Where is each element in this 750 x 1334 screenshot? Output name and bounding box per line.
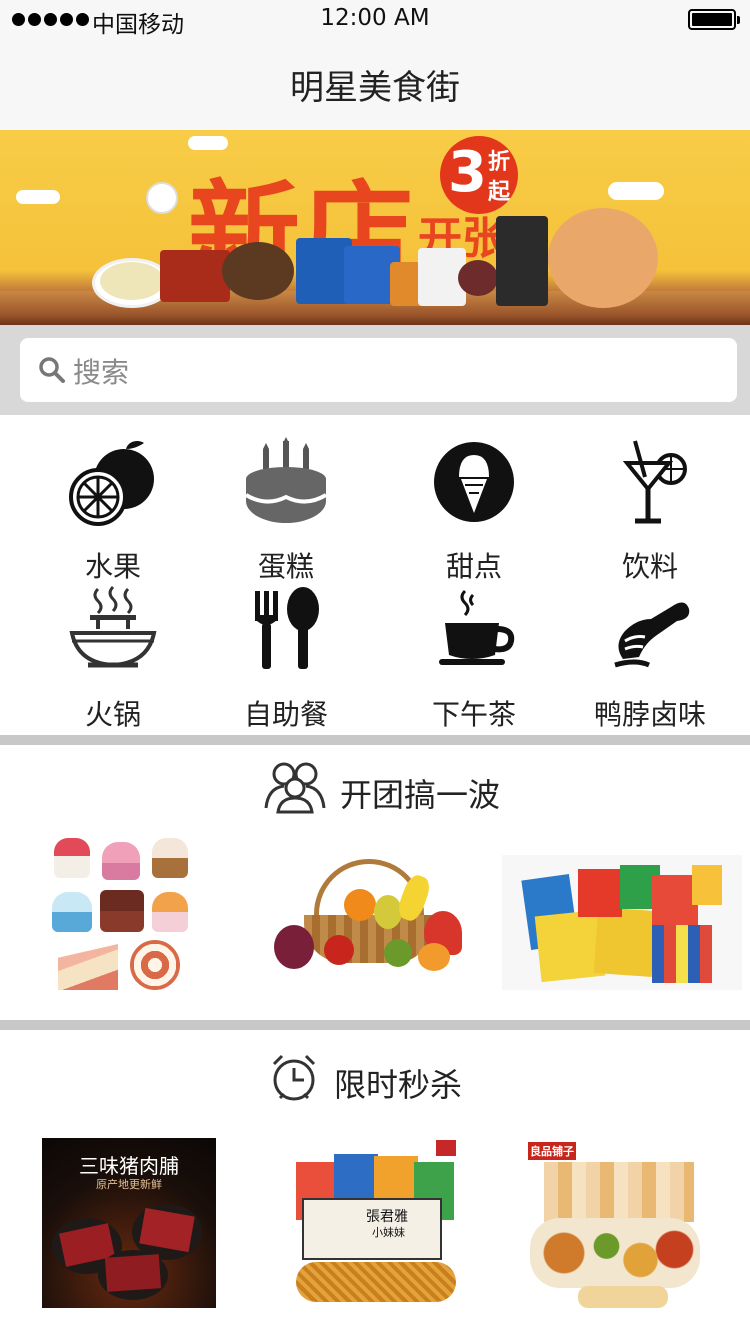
import-badge [436,1140,456,1156]
chocolate-cake [100,890,144,932]
section-divider [0,1020,750,1030]
snack-plate [578,1286,668,1308]
snack-bag [496,216,548,306]
chips-bag [593,907,657,977]
alarm-clock-icon [272,1054,316,1101]
hotpot-icon [69,585,157,668]
snack-packs [652,925,712,983]
jerky-piece [104,1254,162,1292]
flash-sale-header: 限时秒杀 [0,1050,750,1110]
battery-icon [688,9,740,30]
group-people-icon [264,762,326,814]
assorted-snacks [530,1218,700,1288]
category-dessert[interactable]: 甜点 [384,437,564,587]
basket-body [304,915,434,963]
category-label: 鸭脖卤味 [593,698,706,731]
dried-plum-food [458,260,498,296]
product-caption: 張君雅 [366,1209,408,1225]
dried-tofu-roll-food [548,208,658,308]
apple [324,935,354,965]
grapes [274,925,314,969]
swiss-roll [130,940,180,990]
category-hotpot[interactable]: 火锅 [23,585,203,735]
cupcakes-image[interactable] [48,822,198,992]
snacks-image[interactable] [502,855,742,990]
cupcake [152,838,188,878]
product-subcaption: 小妹妹 [372,1226,405,1239]
product-caption: 三味猪肉脯 [79,1154,179,1178]
kiwi [384,939,412,967]
cake-slice [58,944,118,990]
hanging-ornament [146,182,178,214]
discount-label-zhe: 折 [488,150,511,175]
cupcake [152,892,188,932]
navigation-bar: 明星美食街 [0,40,750,130]
category-label: 蛋糕 [257,550,314,583]
page-title: 明星美食街 [290,68,460,108]
category-label: 饮料 [621,550,678,583]
ice-cream-icon [434,442,514,522]
discount-badge: 3 折 起 [440,136,518,214]
pear [374,895,402,929]
status-time: 12:00 AM [320,5,430,31]
cupcake [52,892,92,932]
meat-patty-food [222,242,294,300]
teacup-icon [439,589,515,665]
cake-icon [244,437,328,523]
group-buy-title: 开团搞一波 [340,776,501,814]
bestore-snack-product[interactable]: 良品铺子 [524,1138,704,1316]
orange [344,889,376,921]
category-cake[interactable]: 蛋糕 [196,437,376,587]
search-area: 搜索 [0,325,750,415]
snack-bag [692,865,722,905]
category-fruit[interactable]: 水果 [23,437,203,587]
dumplings-food [100,262,164,300]
section-divider [0,735,750,745]
status-bar: 中国移动 12:00 AM [0,0,750,40]
category-label: 下午茶 [431,698,516,731]
search-icon [39,357,65,383]
category-label: 甜点 [445,550,502,583]
pork-jerky-product[interactable]: 三味猪肉脯 原产地更新鲜 [42,1138,216,1308]
promo-banner[interactable]: 新店 开张 3 折 起 [0,130,750,325]
peach [418,943,450,971]
jerky-food [160,250,230,302]
category-drinks[interactable]: 饮料 [560,437,740,587]
snack-bag [578,869,622,917]
category-label: 水果 [84,550,141,583]
snack-packages [544,1162,694,1222]
flash-sale-title: 限时秒杀 [334,1066,463,1104]
category-grid: 水果 蛋糕 甜点 饮料 火锅 自助餐 下午茶 鸭脖卤味 [0,415,750,735]
category-label: 自助餐 [243,698,328,731]
orange-icon [69,441,154,526]
group-buy-header: 开团搞一波 [0,760,750,820]
discount-number: 3 [448,140,487,205]
crispy-noodles [296,1262,456,1302]
noodle-snack-product[interactable]: 張君雅 小妹妹 [286,1138,466,1316]
brand-label: 良品铺子 [530,1145,574,1158]
cloud-decoration [16,190,60,204]
duck-neck-icon [614,602,690,668]
category-afternoon-tea[interactable]: 下午茶 [384,585,564,735]
cloud-decoration [608,182,664,200]
discount-label-qi: 起 [488,180,511,205]
product-subcaption: 原产地更新鲜 [96,1178,162,1191]
cupcake [102,842,140,880]
fork-spoon-icon [255,587,319,669]
category-buffet[interactable]: 自助餐 [196,585,376,735]
cocktail-icon [622,440,687,524]
category-duck-neck[interactable]: 鸭脖卤味 [560,585,740,735]
search-placeholder: 搜索 [73,356,130,389]
cupcake [54,838,90,878]
category-label: 火锅 [84,698,141,731]
fruit-basket-image[interactable] [274,855,464,980]
search-input[interactable]: 搜索 [20,338,737,402]
